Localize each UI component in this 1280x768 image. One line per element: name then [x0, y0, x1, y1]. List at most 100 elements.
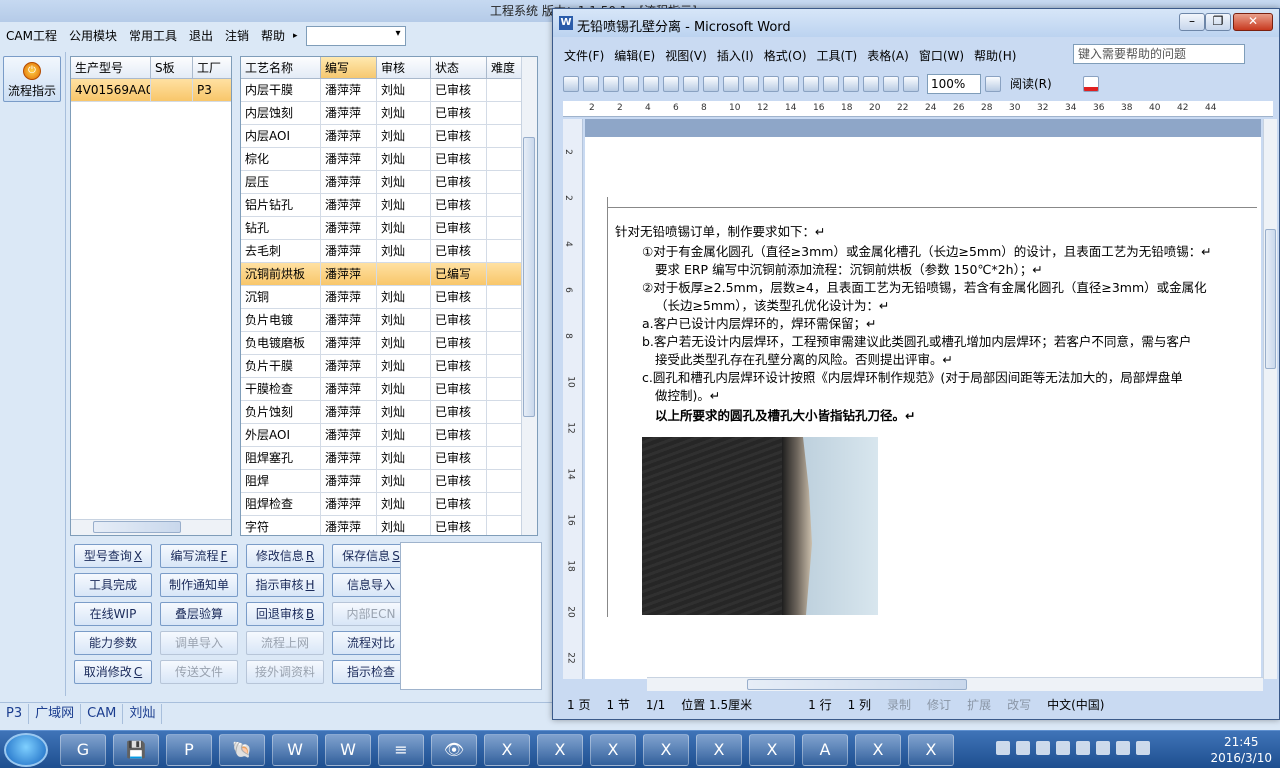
cmd-button-7[interactable]: 指示审核 H [246, 573, 324, 597]
help-icon[interactable] [985, 76, 1001, 92]
menu-help[interactable]: 帮助 [255, 25, 291, 47]
taskbar-app-icon[interactable]: ≡ [378, 734, 424, 766]
menu-exit[interactable]: 退出 [183, 25, 219, 47]
word-status-item[interactable]: 录制 [879, 696, 919, 714]
word-menu-edit[interactable]: 编辑(E) [609, 47, 660, 64]
cmd-button-20[interactable]: 指示检查 [332, 660, 410, 684]
email-icon[interactable] [643, 76, 659, 92]
copy-icon[interactable] [763, 76, 779, 92]
taskbar-app-icon[interactable]: X [908, 734, 954, 766]
font-color-icon[interactable] [1082, 76, 1099, 92]
horizontal-ruler[interactable]: 2 2 4 6 8 10 12 14 16 18 20 22 24 26 28 30 32 34 36 38 40 42 4… [563, 101, 1273, 117]
cmd-button-9[interactable]: 在线WIP [74, 602, 152, 626]
cmd-button-17[interactable]: 取消修改 C [74, 660, 152, 684]
product-col-header[interactable]: 生产型号 [71, 57, 151, 79]
word-horizontal-scrollbar[interactable] [647, 677, 1263, 691]
word-menu-table[interactable]: 表格(A) [862, 47, 914, 64]
process-col-header[interactable]: 审核 [377, 57, 431, 79]
spelling-icon[interactable] [703, 76, 719, 92]
vertical-ruler[interactable]: 2 2 4 6 8 10 12 14 16 18 20 22 [563, 119, 583, 679]
menu-common-tools[interactable]: 常用工具 [123, 25, 183, 47]
status-factory[interactable]: P3 [0, 703, 30, 724]
taskbar-app-icon[interactable]: A [802, 734, 848, 766]
taskbar-app-icon[interactable]: W [325, 734, 371, 766]
paste-icon[interactable] [783, 76, 799, 92]
cmd-button-16[interactable]: 流程对比 [332, 631, 410, 655]
word-hscroll-thumb[interactable] [747, 679, 967, 690]
document-line[interactable]: a.客户已设计内层焊环的，焊环需保留；↵ [642, 313, 877, 332]
word-menu-tools[interactable]: 工具(T) [812, 47, 863, 64]
taskbar-app-icon[interactable]: W [272, 734, 318, 766]
tray-icon[interactable] [1076, 741, 1090, 755]
document-line[interactable]: c.圆孔和槽孔内层焊环设计按照《内层焊环制作规范》(对于局部因间距等无法加大的，… [642, 367, 1183, 386]
document-line[interactable]: ①对于有金属化圆孔（直径≥3mm）或金属化槽孔（长边≥5mm）的设计，且表面工艺… [642, 241, 1212, 260]
new-doc-icon[interactable] [563, 76, 579, 92]
action-center-icon[interactable] [1136, 741, 1150, 755]
taskbar-app-icon[interactable]: 👁 [431, 734, 477, 766]
volume-icon[interactable] [1116, 741, 1130, 755]
word-help-search[interactable]: 键入需要帮助的问题 [1073, 44, 1245, 64]
zoom-select[interactable]: 100% [927, 74, 981, 94]
minimize-icon[interactable]: – [1179, 13, 1205, 31]
read-mode-button[interactable]: 阅读(R) [1005, 74, 1057, 94]
word-status-item[interactable]: 修订 [919, 696, 959, 714]
taskbar-app-icon[interactable]: 🐚 [219, 734, 265, 766]
word-menu-insert[interactable]: 插入(I) [712, 47, 759, 64]
start-button[interactable] [4, 733, 48, 767]
open-folder-icon[interactable] [583, 76, 599, 92]
process-col-header[interactable]: 难度 [487, 57, 523, 79]
close-icon[interactable]: ✕ [1233, 13, 1273, 31]
taskbar-app-icon[interactable]: X [537, 734, 583, 766]
cmd-button-6[interactable]: 制作通知单 [160, 573, 238, 597]
taskbar-app-icon[interactable]: X [484, 734, 530, 766]
menu-logout[interactable]: 注销 [219, 25, 255, 47]
taskbar-app-icon[interactable]: X [855, 734, 901, 766]
taskbar-app-icon[interactable]: 💾 [113, 734, 159, 766]
process-vscrollbar[interactable] [521, 57, 537, 535]
cmd-button-4[interactable]: 保存信息 S [332, 544, 410, 568]
document-line[interactable]: 针对无铅喷锡订单，制作要求如下：↵ [615, 221, 825, 240]
print-icon[interactable] [663, 76, 679, 92]
tray-icon[interactable] [1016, 741, 1030, 755]
research-icon[interactable] [723, 76, 739, 92]
cmd-button-11[interactable]: 回退审核 B [246, 602, 324, 626]
maximize-icon[interactable]: ❐ [1205, 13, 1231, 31]
menu-cam[interactable]: CAM工程 [0, 25, 63, 47]
format-painter-icon[interactable] [803, 76, 819, 92]
flow-indicator-button[interactable]: ⏻ 流程指示 [3, 56, 61, 102]
cmd-button-8[interactable]: 信息导入 [332, 573, 410, 597]
cmd-button-10[interactable]: 叠层验算 [160, 602, 238, 626]
undo-icon[interactable] [823, 76, 839, 92]
process-col-header[interactable]: 编写 [321, 57, 377, 79]
module-combo[interactable] [305, 26, 406, 46]
cmd-button-13[interactable]: 能力参数 [74, 631, 152, 655]
process-col-header[interactable]: 状态 [431, 57, 487, 79]
document-line[interactable]: 以上所要求的圆孔及槽孔大小皆指钻孔刀径。↵ [655, 405, 915, 424]
word-menu-view[interactable]: 视图(V) [660, 47, 712, 64]
permission-icon[interactable] [623, 76, 639, 92]
word-vscroll-thumb[interactable] [1265, 229, 1276, 369]
tray-icon[interactable] [1056, 741, 1070, 755]
word-vertical-scrollbar[interactable] [1263, 119, 1277, 679]
insert-table-icon[interactable] [903, 76, 919, 92]
clock[interactable]: 21:45 2016/3/10 [1210, 734, 1272, 766]
cmd-button-3[interactable]: 修改信息 R [246, 544, 324, 568]
taskbar-app-icon[interactable]: X [590, 734, 636, 766]
document-page[interactable]: 针对无铅喷锡订单，制作要求如下：↵ ①对于有金属化圆孔（直径≥3mm）或金属化槽孔… [585, 137, 1261, 679]
cut-icon[interactable] [743, 76, 759, 92]
word-menu-window[interactable]: 窗口(W) [914, 47, 969, 64]
product-col-header[interactable]: S板 [151, 57, 193, 79]
cmd-button-5[interactable]: 工具完成 [74, 573, 152, 597]
taskbar-app-icon[interactable]: G [60, 734, 106, 766]
taskbar-app-icon[interactable]: P [166, 734, 212, 766]
product-hscroll-thumb[interactable] [93, 521, 181, 533]
cmd-button-2[interactable]: 编写流程 F [160, 544, 238, 568]
tray-icon[interactable] [1036, 741, 1050, 755]
product-hscrollbar[interactable] [71, 519, 231, 535]
document-line[interactable]: b.客户若无设计内层焊环，工程预审需建议此类圆孔或槽孔增加内层焊环；若客户不同意… [642, 331, 1191, 350]
word-menu-file[interactable]: 文件(F) [559, 47, 609, 64]
tables-borders-icon[interactable] [883, 76, 899, 92]
word-menu-format[interactable]: 格式(O) [759, 47, 812, 64]
word-menu-help[interactable]: 帮助(H) [969, 47, 1021, 64]
cmd-button-1[interactable]: 型号查询 X [74, 544, 152, 568]
